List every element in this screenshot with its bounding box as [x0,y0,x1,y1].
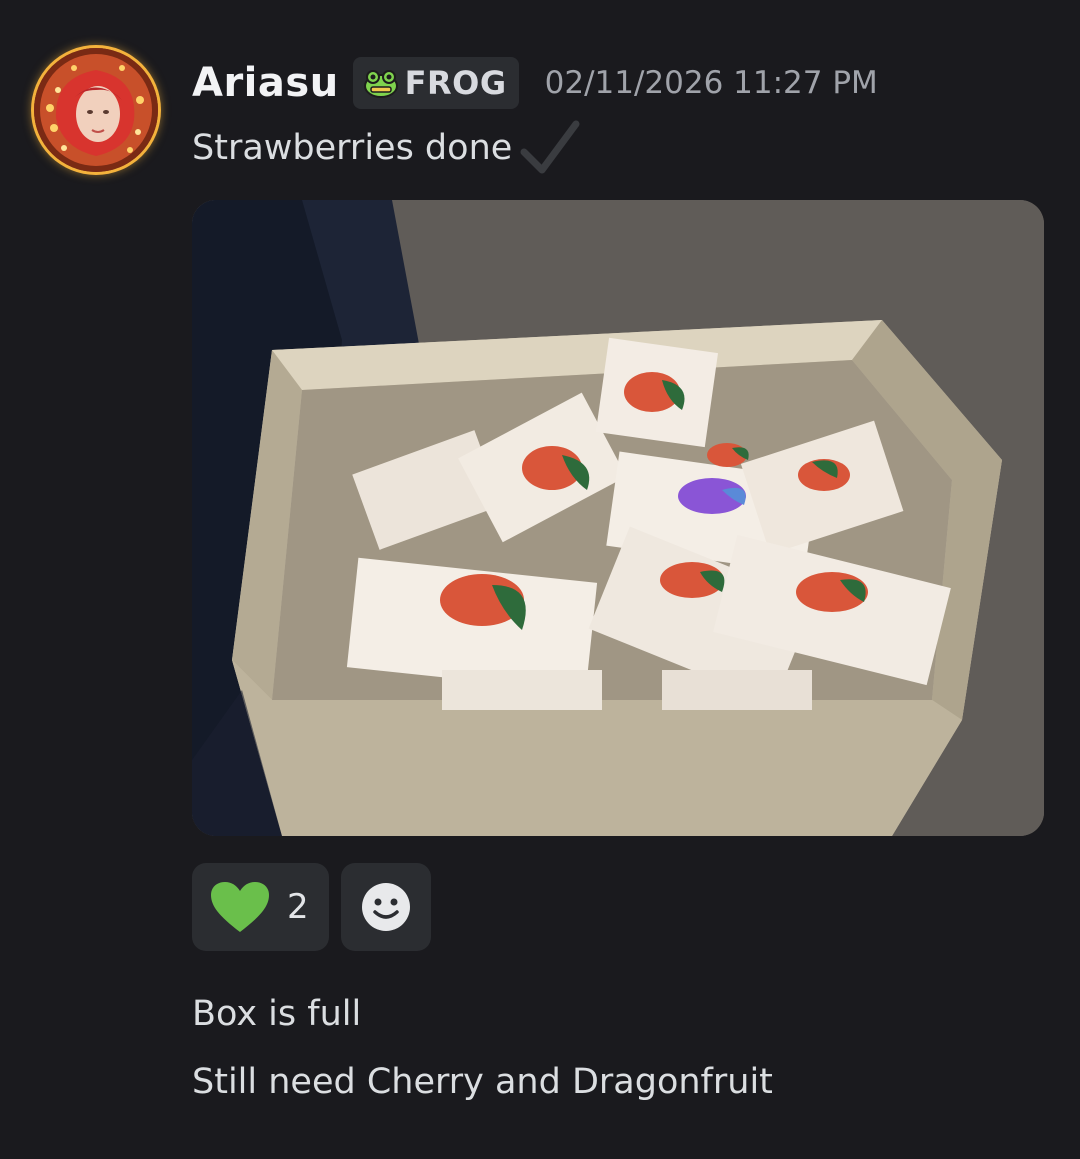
reaction-green-heart[interactable]: 2 [192,863,329,951]
add-reaction-button[interactable] [341,863,431,951]
frog-icon [363,70,398,98]
message-text: Strawberries done [192,128,513,168]
message-header: Ariasu FROG 02/11/2026 11:27 PM [192,56,878,110]
reactions-bar: 2 [192,863,431,951]
chat-message: Ariasu FROG 02/11/2026 11:27 PM Strawber… [0,0,1080,1159]
server-tag[interactable]: FROG [352,57,519,109]
username[interactable]: Ariasu [192,60,339,106]
avatar-portrait-icon [34,48,158,172]
green-heart-icon [211,882,269,932]
followup-message-2: Still need Cherry and Dragonfruit [192,1062,773,1102]
user-avatar[interactable] [34,48,158,172]
image-attachment[interactable] [192,200,1044,836]
reaction-count: 2 [287,887,309,927]
check-mark-icon [520,120,580,174]
server-tag-label: FROG [404,64,507,102]
add-reaction-smile-icon [362,883,410,931]
photo-of-box-of-pins [192,200,1044,836]
message-content: Strawberries done [192,120,582,174]
message-timestamp[interactable]: 02/11/2026 11:27 PM [545,65,878,101]
followup-message-1: Box is full [192,994,362,1034]
